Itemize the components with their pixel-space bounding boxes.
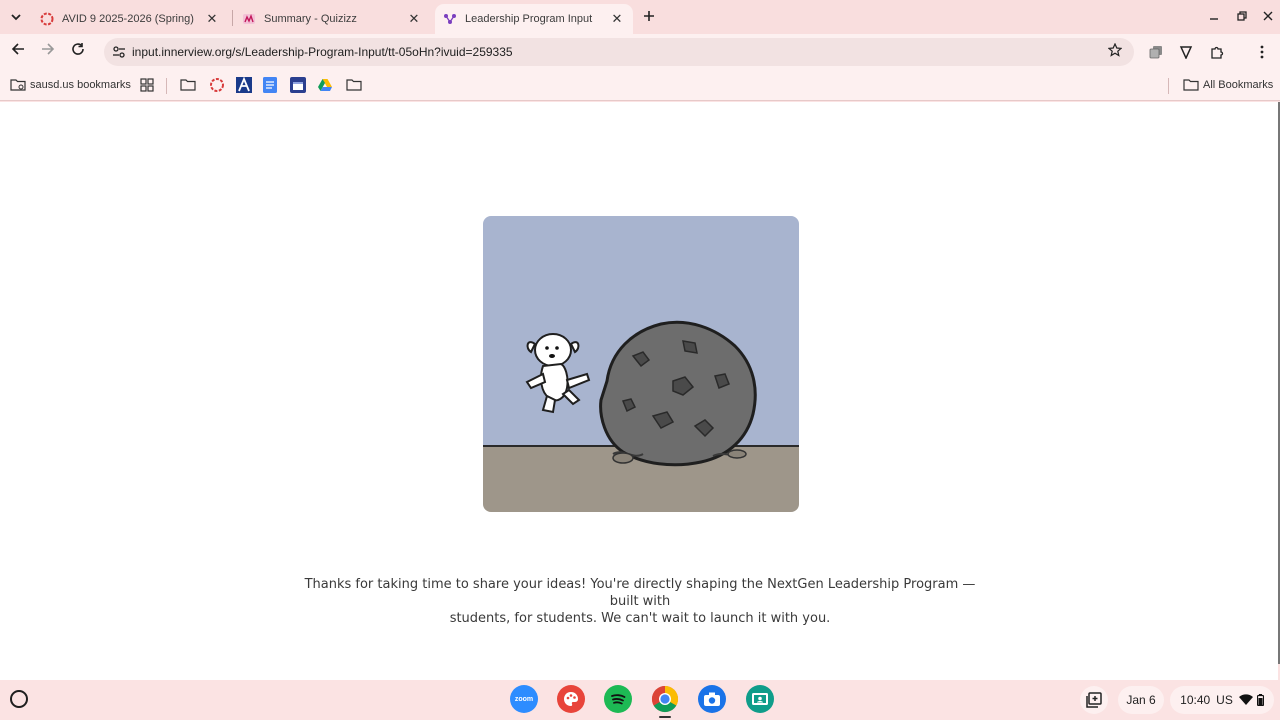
zoom-label: zoom bbox=[514, 695, 534, 703]
shield-icon bbox=[1179, 46, 1193, 59]
tab-strip: AVID 9 2025-2026 (Spring) ✕ Summary - Qu… bbox=[0, 0, 1280, 34]
tab-avid[interactable]: AVID 9 2025-2026 (Spring) ✕ bbox=[32, 4, 228, 34]
tab-leadership[interactable]: Leadership Program Input ✕ bbox=[435, 4, 633, 34]
bookmark-folder-2[interactable] bbox=[346, 77, 362, 93]
spotify-icon bbox=[611, 694, 626, 705]
puzzle-piece-icon bbox=[1211, 46, 1224, 59]
message-line: students, for students. We can't wait to… bbox=[449, 611, 831, 626]
back-button[interactable] bbox=[6, 40, 30, 64]
close-tab-icon[interactable]: ✕ bbox=[609, 11, 625, 27]
chevron-down-icon bbox=[11, 14, 21, 21]
arrow-left-icon bbox=[11, 43, 24, 55]
bookmark-avid[interactable] bbox=[209, 77, 225, 93]
bookmark-docs[interactable] bbox=[263, 77, 277, 93]
launcher-button[interactable] bbox=[10, 690, 28, 708]
url-text[interactable]: input.innerview.org/s/Leadership-Program… bbox=[132, 45, 513, 59]
minimize-icon bbox=[1210, 18, 1218, 20]
message-line: Thanks for taking time to share your ide… bbox=[304, 577, 976, 609]
tab-title: AVID 9 2025-2026 (Spring) bbox=[62, 13, 194, 25]
extension-copy-button[interactable] bbox=[1146, 42, 1166, 62]
browser-menu-button[interactable] bbox=[1252, 42, 1272, 62]
holding-space-button[interactable] bbox=[1080, 686, 1108, 714]
date-text: Jan 6 bbox=[1126, 693, 1156, 707]
folder-icon bbox=[346, 79, 362, 91]
site-settings-icon[interactable] bbox=[112, 45, 126, 59]
thank-you-message: Thanks for taking time to share your ide… bbox=[300, 576, 980, 627]
battery-icon bbox=[1256, 694, 1264, 706]
tab-separator bbox=[232, 10, 233, 26]
extension-shield-button[interactable] bbox=[1176, 42, 1196, 62]
restore-icon bbox=[1237, 11, 1247, 21]
restore-button[interactable] bbox=[1232, 7, 1252, 27]
holding-space-icon bbox=[1086, 692, 1102, 708]
tab-title: Leadership Program Input bbox=[465, 13, 593, 25]
bookmark-aeries[interactable] bbox=[236, 77, 252, 93]
innerview-favicon-icon bbox=[443, 12, 457, 26]
aeries-icon bbox=[236, 77, 252, 93]
locale-text: US bbox=[1216, 693, 1233, 707]
status-tray[interactable]: 10:40 US bbox=[1170, 686, 1274, 714]
kebab-menu-icon bbox=[1260, 45, 1264, 59]
extensions-button[interactable] bbox=[1207, 42, 1227, 62]
chrome-app[interactable] bbox=[651, 685, 679, 713]
bookmark-star-icon[interactable] bbox=[1106, 42, 1124, 61]
calendar-app-icon bbox=[290, 77, 306, 93]
chrome-icon bbox=[651, 685, 679, 713]
reload-button[interactable] bbox=[66, 40, 90, 64]
forward-button[interactable] bbox=[36, 40, 60, 64]
tab-search-button[interactable] bbox=[6, 7, 26, 27]
google-docs-icon bbox=[263, 77, 277, 93]
running-indicator bbox=[659, 716, 671, 718]
tab-title: Summary - Quizizz bbox=[264, 13, 357, 25]
quizizz-favicon-icon bbox=[242, 12, 256, 26]
bookmark-separator bbox=[1168, 78, 1169, 94]
bookmark-label: sausd.us bookmarks bbox=[30, 79, 131, 91]
bookmarks-bar: sausd.us bookmarks All Bookmarks bbox=[0, 70, 1280, 101]
plus-icon bbox=[644, 11, 654, 21]
close-tab-icon[interactable]: ✕ bbox=[406, 11, 422, 27]
classroom-icon bbox=[752, 693, 768, 705]
managed-folder-icon bbox=[10, 79, 26, 91]
arrow-right-icon bbox=[42, 43, 55, 55]
all-bookmarks-button[interactable]: All Bookmarks bbox=[1183, 77, 1273, 93]
zoom-app[interactable]: zoom bbox=[510, 685, 538, 713]
time-text: 10:40 bbox=[1180, 693, 1211, 707]
bookmark-label: All Bookmarks bbox=[1203, 79, 1274, 91]
new-tab-button[interactable] bbox=[640, 8, 658, 26]
spotify-app[interactable] bbox=[604, 685, 632, 713]
camera-icon bbox=[704, 692, 720, 706]
folder-icon bbox=[1183, 79, 1199, 91]
wifi-icon bbox=[1238, 694, 1253, 705]
bookmark-forms[interactable] bbox=[290, 77, 306, 93]
paint-app[interactable] bbox=[557, 685, 585, 713]
browser-toolbar: input.innerview.org/s/Leadership-Program… bbox=[0, 34, 1280, 70]
google-drive-icon bbox=[318, 79, 332, 91]
reload-icon bbox=[72, 43, 84, 55]
bookmark-folder-sausd[interactable]: sausd.us bookmarks bbox=[10, 77, 131, 93]
date-button[interactable]: Jan 6 bbox=[1118, 686, 1164, 714]
camera-app[interactable] bbox=[698, 685, 726, 713]
folder-icon bbox=[180, 79, 196, 91]
minimize-button[interactable] bbox=[1204, 7, 1224, 27]
thank-you-illustration bbox=[483, 216, 799, 512]
os-shelf: zoom Jan 6 10:40 US bbox=[0, 680, 1280, 720]
bookmark-apps[interactable] bbox=[140, 77, 154, 93]
copy-extension-icon bbox=[1149, 46, 1162, 59]
classroom-app[interactable] bbox=[746, 685, 774, 713]
avid-icon bbox=[210, 78, 224, 92]
palette-icon bbox=[564, 692, 578, 706]
address-bar[interactable]: input.innerview.org/s/Leadership-Program… bbox=[104, 38, 1134, 66]
close-window-button[interactable] bbox=[1258, 7, 1278, 27]
bookmark-folder[interactable] bbox=[180, 77, 196, 93]
avid-favicon-icon bbox=[40, 12, 54, 26]
bookmark-separator bbox=[166, 78, 167, 94]
bookmark-drive[interactable] bbox=[317, 77, 333, 93]
close-icon bbox=[1263, 11, 1273, 21]
tab-quizizz[interactable]: Summary - Quizizz ✕ bbox=[234, 4, 430, 34]
apps-grid-icon bbox=[140, 78, 154, 92]
close-tab-icon[interactable]: ✕ bbox=[204, 11, 220, 27]
